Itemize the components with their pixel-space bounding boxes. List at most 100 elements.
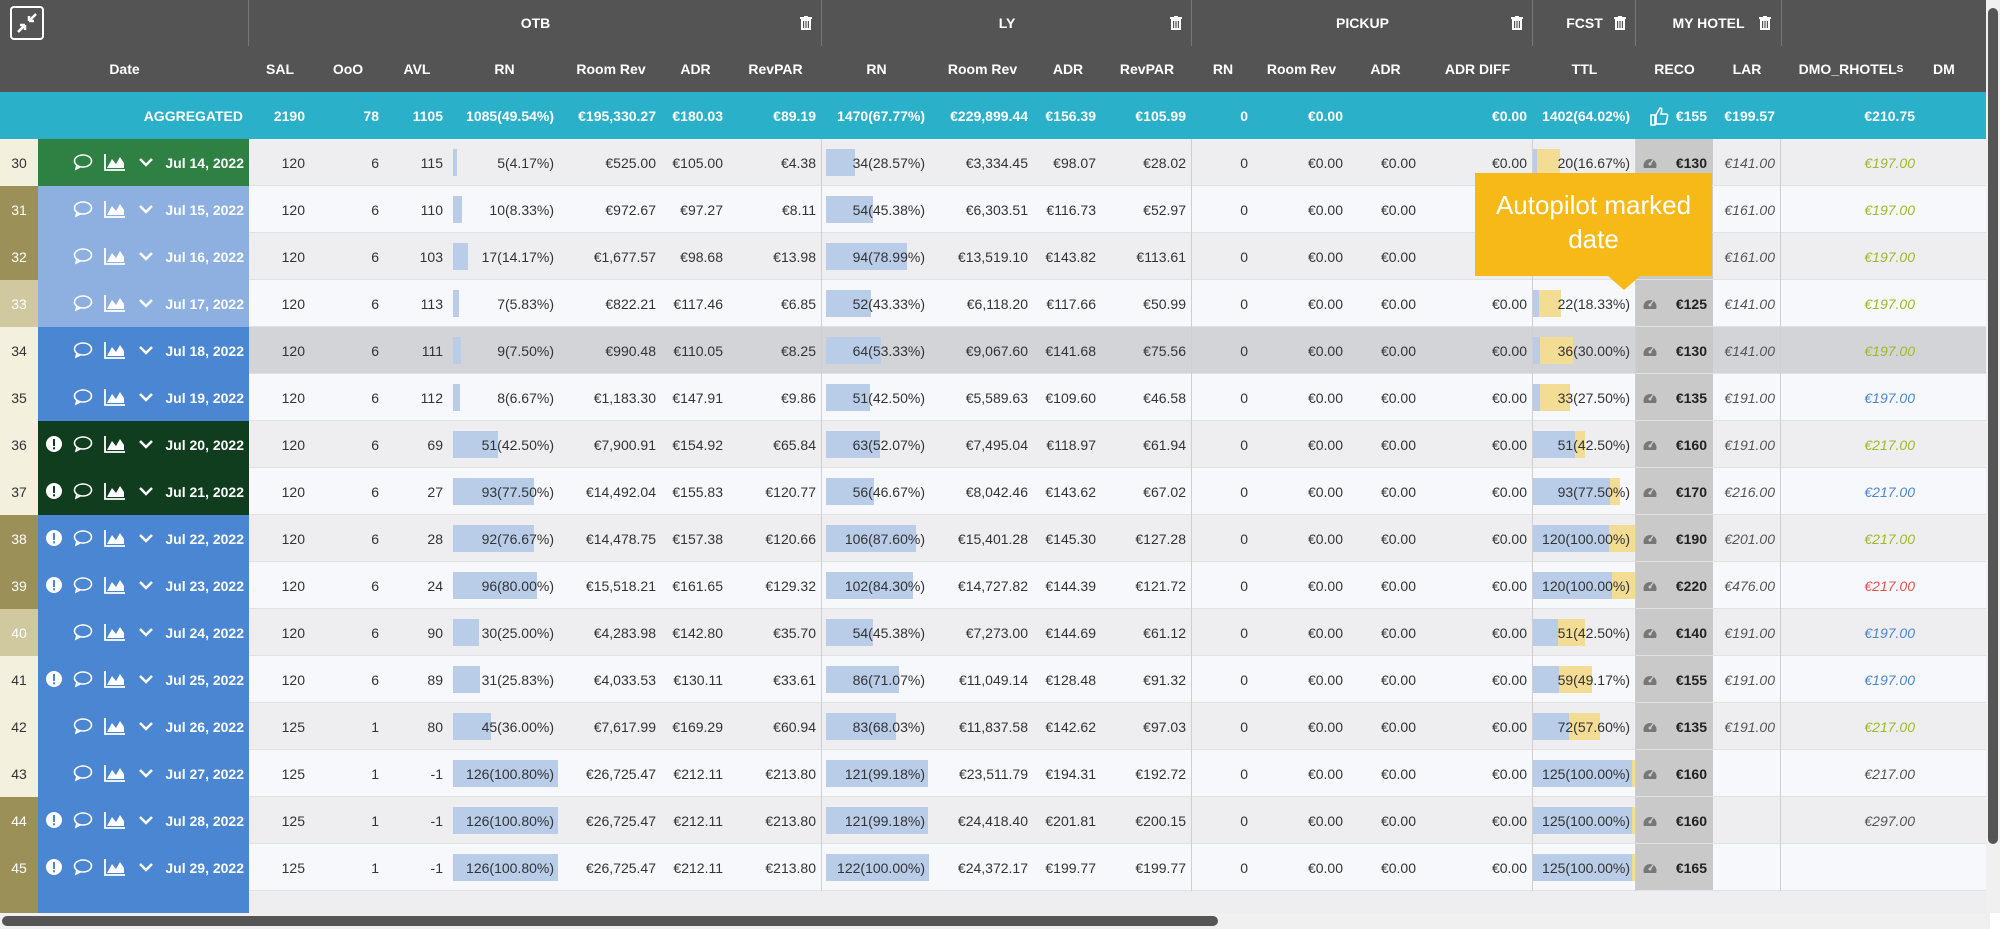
trash-icon[interactable] (800, 12, 816, 34)
autopilot-icon[interactable] (1640, 153, 1660, 171)
area-chart-icon[interactable] (103, 246, 127, 266)
date-label[interactable]: Jul 26, 2022 (160, 703, 244, 750)
autopilot-icon[interactable] (1640, 858, 1660, 876)
column-header-pu-adr-diff[interactable]: ADR DIFF (1422, 46, 1533, 92)
horizontal-scroll-thumb[interactable] (2, 916, 1218, 926)
comment-icon[interactable] (72, 810, 94, 830)
column-header-date[interactable]: Date (0, 46, 249, 92)
chevron-down-icon[interactable] (136, 857, 156, 877)
horizontal-scrollbar[interactable] (0, 913, 1990, 929)
autopilot-icon[interactable] (1640, 670, 1660, 688)
area-chart-icon[interactable] (103, 763, 127, 783)
warning-icon[interactable] (44, 575, 64, 595)
comment-icon[interactable] (72, 669, 94, 689)
comment-icon[interactable] (72, 387, 94, 407)
column-header-adr[interactable]: ADR (662, 46, 729, 92)
area-chart-icon[interactable] (103, 340, 127, 360)
autopilot-icon[interactable] (1640, 811, 1660, 829)
autopilot-icon[interactable] (1640, 576, 1660, 594)
column-header-reco[interactable]: RECO (1636, 46, 1713, 92)
trash-icon[interactable] (1614, 12, 1630, 34)
column-header-avl[interactable]: AVL (385, 46, 449, 92)
column-header-dmo[interactable]: DMO_RHOTEL S (1781, 46, 1921, 92)
area-chart-icon[interactable] (103, 152, 127, 172)
area-chart-icon[interactable] (103, 293, 127, 313)
chevron-down-icon[interactable] (136, 434, 156, 454)
column-header-pu-adr[interactable]: ADR (1349, 46, 1422, 92)
date-label[interactable]: Jul 23, 2022 (160, 562, 244, 609)
area-chart-icon[interactable] (103, 199, 127, 219)
comment-icon[interactable] (72, 622, 94, 642)
autopilot-icon[interactable] (1640, 388, 1660, 406)
column-header-fc-ttl[interactable]: TTL (1533, 46, 1636, 92)
comment-icon[interactable] (72, 340, 94, 360)
column-header-revpar[interactable]: RevPAR (729, 46, 822, 92)
warning-icon[interactable] (44, 810, 64, 830)
thumbs-up-icon[interactable] (1647, 104, 1671, 128)
column-header-dm[interactable]: DM (1921, 46, 1986, 92)
warning-icon[interactable] (44, 669, 64, 689)
trash-icon[interactable] (1511, 12, 1527, 34)
chevron-down-icon[interactable] (136, 528, 156, 548)
chevron-down-icon[interactable] (136, 340, 156, 360)
column-header-lar[interactable]: LAR (1713, 46, 1781, 92)
comment-icon[interactable] (72, 716, 94, 736)
column-header-rn[interactable]: RN (449, 46, 560, 92)
date-label[interactable]: Jul 25, 2022 (160, 656, 244, 703)
column-header-ooo[interactable]: OoO (311, 46, 385, 92)
comment-icon[interactable] (72, 293, 94, 313)
chevron-down-icon[interactable] (136, 481, 156, 501)
column-header-sal[interactable]: SAL (249, 46, 311, 92)
warning-icon[interactable] (44, 481, 64, 501)
chevron-down-icon[interactable] (136, 810, 156, 830)
date-label[interactable]: Jul 16, 2022 (160, 233, 244, 280)
date-label[interactable]: Jul 27, 2022 (160, 750, 244, 797)
autopilot-icon[interactable] (1640, 764, 1660, 782)
chevron-down-icon[interactable] (136, 199, 156, 219)
chevron-down-icon[interactable] (136, 575, 156, 595)
date-label[interactable]: Jul 15, 2022 (160, 186, 244, 233)
trash-icon[interactable] (1759, 12, 1775, 34)
autopilot-icon[interactable] (1640, 482, 1660, 500)
column-header-room-rev[interactable]: Room Rev (560, 46, 662, 92)
date-label[interactable]: Jul 22, 2022 (160, 515, 244, 562)
chevron-down-icon[interactable] (136, 669, 156, 689)
vertical-scroll-thumb[interactable] (1988, 8, 1998, 844)
comment-icon[interactable] (72, 246, 94, 266)
column-header-ly-revpar[interactable]: RevPAR (1102, 46, 1192, 92)
area-chart-icon[interactable] (103, 622, 127, 642)
column-header-ly-adr[interactable]: ADR (1034, 46, 1102, 92)
area-chart-icon[interactable] (103, 387, 127, 407)
chevron-down-icon[interactable] (136, 293, 156, 313)
date-label[interactable]: Jul 17, 2022 (160, 280, 244, 327)
comment-icon[interactable] (72, 434, 94, 454)
collapse-button[interactable] (10, 6, 44, 40)
area-chart-icon[interactable] (103, 528, 127, 548)
date-label[interactable]: Jul 21, 2022 (160, 468, 244, 515)
area-chart-icon[interactable] (103, 481, 127, 501)
comment-icon[interactable] (72, 481, 94, 501)
column-header-pu-room-rev[interactable]: Room Rev (1254, 46, 1349, 92)
chevron-down-icon[interactable] (136, 387, 156, 407)
warning-icon[interactable] (44, 857, 64, 877)
autopilot-icon[interactable] (1640, 623, 1660, 641)
comment-icon[interactable] (72, 199, 94, 219)
date-label[interactable]: Jul 18, 2022 (160, 327, 244, 374)
area-chart-icon[interactable] (103, 575, 127, 595)
autopilot-icon[interactable] (1640, 341, 1660, 359)
chevron-down-icon[interactable] (136, 622, 156, 642)
warning-icon[interactable] (44, 528, 64, 548)
warning-icon[interactable] (44, 434, 64, 454)
area-chart-icon[interactable] (103, 857, 127, 877)
autopilot-icon[interactable] (1640, 717, 1660, 735)
autopilot-icon[interactable] (1640, 529, 1660, 547)
date-label[interactable]: Jul 29, 2022 (160, 844, 244, 891)
column-header-ly-room-rev[interactable]: Room Rev (931, 46, 1034, 92)
area-chart-icon[interactable] (103, 810, 127, 830)
chevron-down-icon[interactable] (136, 152, 156, 172)
date-label[interactable]: Jul 19, 2022 (160, 374, 244, 421)
vertical-scrollbar[interactable] (1986, 0, 2000, 913)
area-chart-icon[interactable] (103, 716, 127, 736)
date-label[interactable]: Jul 24, 2022 (160, 609, 244, 656)
date-label[interactable]: Jul 28, 2022 (160, 797, 244, 844)
